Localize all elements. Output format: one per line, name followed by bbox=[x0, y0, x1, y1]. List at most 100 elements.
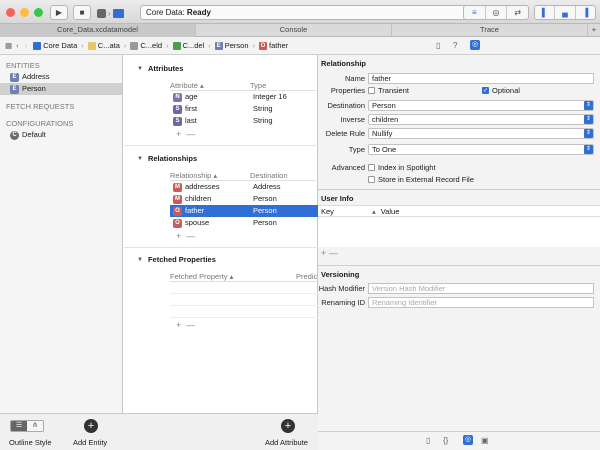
forward-arrow-icon[interactable]: › bbox=[25, 41, 28, 50]
name-field[interactable]: father bbox=[368, 72, 594, 84]
disclosure-triangle-icon[interactable]: ▼ bbox=[137, 257, 143, 263]
attribute-name: first bbox=[185, 104, 198, 113]
sidebar-item-person[interactable]: E Person bbox=[0, 83, 122, 95]
table-style-icon[interactable]: ☰ bbox=[11, 421, 27, 431]
fetched-properties-section-header[interactable]: ▼ Fetched Properties bbox=[137, 255, 216, 264]
fetch-requests-header: FETCH REQUESTS bbox=[6, 102, 75, 111]
transient-checkbox[interactable]: Transient bbox=[368, 86, 482, 95]
table-row[interactable]: Sfirst String bbox=[170, 103, 316, 115]
zoom-window-button[interactable] bbox=[34, 8, 43, 17]
empty-row bbox=[170, 294, 318, 306]
remove-attribute-icon[interactable]: — bbox=[186, 129, 195, 139]
sidebar-item-default[interactable]: C Default bbox=[0, 129, 122, 141]
add-attribute-icon[interactable]: + bbox=[281, 419, 295, 433]
table-row-selected[interactable]: Ofather Person bbox=[170, 205, 318, 217]
delete-rule-popup[interactable]: Nullify ⇕ bbox=[368, 127, 594, 139]
relationships-section-header[interactable]: ▼ Relationships bbox=[137, 154, 197, 163]
media-library-icon[interactable]: ▣ bbox=[481, 436, 489, 445]
grid-icon[interactable]: ▦ bbox=[5, 41, 12, 50]
section-title: Fetched Properties bbox=[147, 255, 216, 264]
column-header-type[interactable]: Type bbox=[250, 80, 266, 90]
version-editor-icon[interactable]: ⇄ bbox=[507, 6, 528, 19]
graph-style-icon[interactable]: ⋔ bbox=[27, 421, 43, 431]
minimize-window-button[interactable] bbox=[20, 8, 29, 17]
inverse-popup[interactable]: children ⇕ bbox=[368, 113, 594, 125]
close-window-button[interactable] bbox=[6, 8, 15, 17]
file-template-icon[interactable]: ▯ bbox=[426, 436, 430, 445]
attribute-type-icon: S bbox=[173, 104, 182, 114]
relationship-destination: Person bbox=[253, 218, 277, 227]
add-relationship-icon[interactable]: + bbox=[176, 231, 181, 241]
sort-ascending-icon: ▴ bbox=[229, 272, 234, 281]
tab-xcdatamodel[interactable]: Core_Data.xcdatamodel bbox=[0, 24, 196, 37]
breadcrumb-model-group[interactable]: C...eld bbox=[130, 41, 162, 50]
sidebar-item-address[interactable]: E Address bbox=[0, 71, 122, 83]
column-header-attribute[interactable]: Attribute ▴ bbox=[170, 80, 250, 90]
add-tab-button[interactable]: + bbox=[588, 24, 600, 37]
stop-button[interactable]: ■ bbox=[73, 5, 91, 20]
add-fetched-property-icon[interactable]: + bbox=[176, 320, 181, 330]
spotlight-checkbox[interactable]: Index in Spotlight bbox=[368, 163, 436, 172]
assistant-editor-icon[interactable]: ◎ bbox=[486, 6, 508, 19]
add-user-info-icon[interactable]: + bbox=[321, 248, 326, 258]
external-storage-label: Store in External Record File bbox=[378, 174, 474, 184]
table-row[interactable]: Slast String bbox=[170, 115, 316, 127]
column-header-destination[interactable]: Destination bbox=[250, 170, 288, 180]
table-row[interactable]: Maddresses Address bbox=[170, 181, 318, 193]
chevron-updown-icon: ⇕ bbox=[584, 114, 593, 124]
column-header-value[interactable]: Value bbox=[381, 207, 400, 216]
run-button[interactable]: ▶ bbox=[50, 5, 68, 20]
table-row[interactable]: Nage Integer 16 bbox=[170, 91, 316, 103]
destination-label: Destination bbox=[327, 100, 365, 110]
remove-relationship-icon[interactable]: — bbox=[186, 231, 195, 241]
remove-user-info-icon[interactable]: — bbox=[329, 248, 338, 258]
column-header-predicate[interactable]: Predic bbox=[296, 271, 317, 281]
table-row[interactable]: Ospouse Person bbox=[170, 217, 318, 229]
disclosure-triangle-icon[interactable]: ▼ bbox=[137, 156, 143, 162]
tab-trace[interactable]: Trace bbox=[392, 24, 588, 37]
external-storage-checkbox[interactable]: Store in External Record File bbox=[368, 175, 474, 184]
sort-ascending-icon: ▴ bbox=[372, 206, 376, 216]
table-row[interactable]: Mchildren Person bbox=[170, 193, 318, 205]
debug-toggle-icon[interactable]: ▄ bbox=[555, 6, 576, 19]
add-attribute-button[interactable]: Add Attribute bbox=[265, 438, 308, 447]
breadcrumb-project[interactable]: Core Data bbox=[33, 41, 77, 50]
add-entity-button[interactable]: Add Entity bbox=[73, 438, 107, 447]
user-info-table-header: Key ▴ Value bbox=[318, 205, 600, 217]
breadcrumb-model[interactable]: C...del bbox=[172, 41, 205, 50]
file-inspector-icon[interactable]: ▯ bbox=[436, 41, 440, 50]
add-entity-icon[interactable]: + bbox=[84, 419, 98, 433]
code-snippet-icon[interactable]: {} bbox=[443, 436, 448, 445]
type-popup[interactable]: To One ⇕ bbox=[368, 143, 594, 155]
navigator-toggle-icon[interactable]: ▌ bbox=[535, 6, 556, 19]
breadcrumb-entity[interactable]: E Person bbox=[214, 41, 249, 50]
delete-rule-row: Delete Rule Nullify ⇕ bbox=[318, 127, 600, 139]
disclosure-triangle-icon[interactable]: ▼ bbox=[137, 66, 143, 72]
to-one-icon: O bbox=[173, 218, 182, 228]
utilities-toggle-icon[interactable]: ▐ bbox=[576, 6, 595, 19]
column-header-relationship[interactable]: Relationship ▴ bbox=[170, 170, 250, 180]
help-inspector-icon[interactable]: ? bbox=[453, 41, 457, 50]
column-header-fetched-property[interactable]: Fetched Property ▴ bbox=[170, 271, 296, 281]
attribute-type-icon: S bbox=[173, 116, 182, 126]
section-title: Relationships bbox=[147, 154, 198, 163]
destination-popup[interactable]: Person ⇕ bbox=[368, 99, 594, 111]
breadcrumb-relationship[interactable]: Ofather bbox=[259, 41, 288, 50]
breadcrumb-folder[interactable]: C...ata bbox=[87, 41, 120, 50]
attributes-section-header[interactable]: ▼ Attributes bbox=[137, 64, 183, 73]
remove-fetched-property-icon[interactable]: — bbox=[186, 320, 195, 330]
breadcrumb-label: C...del bbox=[182, 41, 205, 50]
standard-editor-icon[interactable]: ≡ bbox=[464, 6, 486, 19]
checkbox-icon bbox=[368, 86, 375, 94]
column-header-key[interactable]: Key bbox=[318, 207, 372, 216]
advanced-row: Advanced Index in Spotlight bbox=[318, 161, 600, 173]
scheme-selector[interactable]: › bbox=[97, 7, 131, 19]
back-arrow-icon[interactable]: ‹ bbox=[16, 41, 19, 50]
object-library-icon[interactable]: ◎ bbox=[463, 435, 473, 445]
hash-modifier-field[interactable]: Version Hash Modifier bbox=[368, 282, 594, 294]
renaming-id-field[interactable]: Renaming Identifier bbox=[368, 296, 594, 308]
tab-console[interactable]: Console bbox=[196, 24, 392, 37]
add-attribute-icon[interactable]: + bbox=[176, 129, 181, 139]
optional-checkbox[interactable]: ✓ Optional bbox=[482, 86, 520, 95]
model-inspector-icon[interactable]: ◎ bbox=[470, 40, 480, 50]
